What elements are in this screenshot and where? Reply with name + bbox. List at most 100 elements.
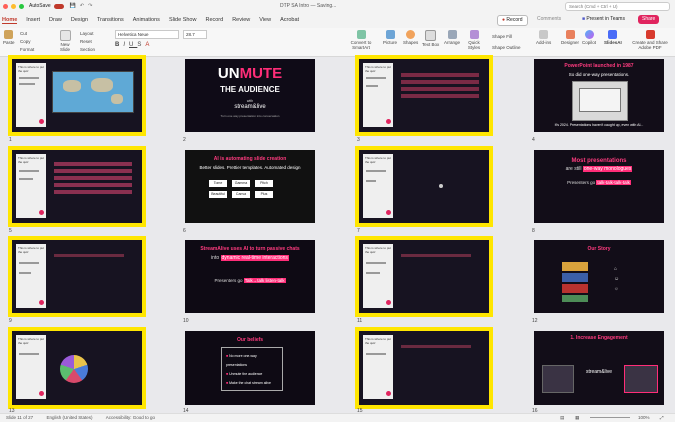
slide-number: 11	[357, 318, 363, 324]
section-button[interactable]: Section	[80, 46, 95, 54]
paste-button[interactable]: Paste	[3, 30, 15, 45]
smartart-icon	[356, 30, 366, 39]
new-slide-button[interactable]: New Slide	[58, 30, 72, 52]
slide-thumbnail-2[interactable]: UNMUTE THE AUDIENCE with stream&live Tur…	[185, 59, 315, 132]
slide-thumbnail-9[interactable]: This is where to put the quiz	[8, 236, 146, 317]
designer-icon	[565, 30, 575, 39]
shapes-button[interactable]: Shapes	[403, 30, 418, 45]
format-painter-button[interactable]: Format	[20, 46, 34, 54]
tab-review[interactable]: Review	[232, 17, 250, 23]
shape-fill-button[interactable]: Shape Fill	[492, 31, 521, 42]
quiz-panel: This is where to put the quiz	[16, 244, 46, 308]
users-icon: ☺	[614, 276, 620, 282]
slide-number: 5	[9, 228, 12, 234]
convert-to-smartart-button[interactable]: Convert to SmartArt	[348, 30, 374, 50]
designer-button[interactable]: Designer	[561, 30, 579, 45]
slidesai-button[interactable]: SlidesAI	[604, 30, 622, 45]
search-input[interactable]: Search (Cmd + Ctrl + U)	[565, 2, 670, 11]
new-slide-icon	[59, 30, 71, 41]
quiz-panel: This is where to put the quiz	[363, 154, 393, 218]
slide-thumbnail-10[interactable]: StreamAlive uses AI to turn passive chat…	[185, 240, 315, 313]
slide-thumbnail-7[interactable]: This is where to put the quiz	[355, 146, 493, 227]
document-title: DTP SA Intro — Saving...	[280, 3, 337, 9]
slide-number: 10	[183, 318, 189, 324]
present-in-teams-button[interactable]: ■ Present in Teams	[578, 15, 629, 24]
minimize-window-icon[interactable]	[11, 3, 16, 9]
slide-thumbnail-1[interactable]: This is where to put the quiz	[8, 55, 146, 136]
arrange-button[interactable]: Arrange	[444, 30, 460, 45]
zoom-slider[interactable]	[590, 417, 630, 418]
slide-number: 3	[357, 137, 360, 143]
record-button[interactable]: ● Record	[497, 15, 528, 26]
slide-thumbnail-12[interactable]: Our Story ⌂ ☺ ☼	[534, 240, 664, 313]
tab-animations[interactable]: Animations	[133, 17, 160, 23]
tab-insert[interactable]: Insert	[26, 17, 40, 23]
slide-number: 9	[9, 318, 12, 324]
quick-styles-button[interactable]: Quick Styles	[465, 30, 483, 50]
autosave-toggle[interactable]	[53, 3, 64, 9]
slide-number: 8	[532, 228, 535, 234]
slide-number: 4	[532, 137, 535, 143]
language-status[interactable]: English (United States)	[46, 415, 92, 420]
copilot-button[interactable]: Copilot	[582, 30, 596, 45]
slide-thumbnail-11[interactable]: This is where to put the quiz	[355, 236, 493, 317]
slide-thumbnail-5[interactable]: This is where to put the quiz	[8, 146, 146, 227]
slide-thumbnail-14[interactable]: Our beliefs ■ No more one-way presentati…	[185, 331, 315, 405]
slide-number: 2	[183, 137, 186, 143]
font-color-icon[interactable]: A	[145, 42, 153, 48]
tab-transitions[interactable]: Transitions	[97, 17, 124, 23]
old-powerpoint-screenshot	[572, 81, 628, 121]
slide-thumbnail-16[interactable]: 1. Increase Engagement stream&live	[534, 331, 664, 405]
tab-view[interactable]: View	[259, 17, 271, 23]
bar-list	[54, 162, 132, 194]
close-window-icon[interactable]	[3, 3, 8, 9]
tab-design[interactable]: Design	[71, 17, 88, 23]
quick-styles-icon	[469, 30, 479, 39]
quiz-panel: This is where to put the quiz	[363, 335, 393, 399]
save-icon[interactable]: 💾	[70, 3, 76, 9]
slide-number: 1	[9, 137, 12, 143]
comments-button[interactable]: Comments	[533, 15, 565, 24]
font-size-select[interactable]: 28.7	[183, 30, 207, 39]
maximize-window-icon[interactable]	[19, 3, 24, 9]
bulb-icon: ☼	[614, 286, 619, 292]
tab-record[interactable]: Record	[205, 17, 223, 23]
slide-count: Slide 11 of 27	[6, 415, 34, 420]
tab-home[interactable]: Home	[2, 17, 18, 24]
slide-thumbnail-4[interactable]: PowerPoint launched in 1987 So did one-w…	[534, 59, 664, 132]
add-ins-icon	[539, 30, 549, 39]
reset-button[interactable]: Reset	[80, 38, 95, 46]
layout-button[interactable]: Layout	[80, 30, 95, 38]
teams-icon: ■	[582, 16, 586, 22]
brand-logo: stream&live	[234, 104, 266, 110]
undo-icon[interactable]: ↶	[80, 3, 84, 9]
tab-draw[interactable]: Draw	[49, 17, 62, 23]
text-box-button[interactable]: Text Box	[422, 30, 439, 47]
picture-button[interactable]: Picture	[383, 30, 397, 45]
slide-thumbnail-3[interactable]: This is where to put the quiz	[355, 55, 493, 136]
share-button[interactable]: Share	[638, 15, 660, 24]
world-map-image	[52, 71, 134, 113]
picture-icon	[385, 30, 395, 39]
tab-acrobat[interactable]: Acrobat	[280, 17, 299, 23]
slide-thumbnail-6[interactable]: AI is automating slide creation Better s…	[185, 150, 315, 223]
home-icon: ⌂	[614, 266, 618, 272]
quiz-panel: This is where to put the quiz	[16, 154, 46, 218]
ai-tool-logos: Tome Gamma Pitch Beautiful Canva Plus	[207, 178, 297, 200]
font-format-row: BIUSA	[115, 42, 153, 48]
copy-button[interactable]: Copy	[20, 38, 34, 46]
accessibility-status[interactable]: Accessibility: Good to go	[106, 415, 155, 420]
cut-button[interactable]: Cut	[20, 30, 34, 38]
slide-thumbnail-8[interactable]: Most presentations are still one-way mon…	[534, 150, 664, 223]
spin-wheel-image	[60, 355, 88, 383]
bar-list	[401, 73, 479, 103]
create-share-adobe-pdf-button[interactable]: Create and Share Adobe PDF	[630, 30, 670, 50]
font-name-select[interactable]: Helvetica Neue	[115, 30, 179, 39]
tab-slide-show[interactable]: Slide Show	[169, 17, 197, 23]
redo-icon[interactable]: ↷	[88, 3, 92, 9]
autosave-label: AutoSave	[29, 3, 51, 9]
shape-outline-button[interactable]: Shape Outline	[492, 42, 521, 53]
add-ins-button[interactable]: Add-ins	[536, 30, 551, 45]
slide-thumbnail-15[interactable]: This is where to put the quiz	[355, 327, 493, 409]
slide-thumbnail-13[interactable]: This is where to put the quiz	[8, 327, 146, 409]
